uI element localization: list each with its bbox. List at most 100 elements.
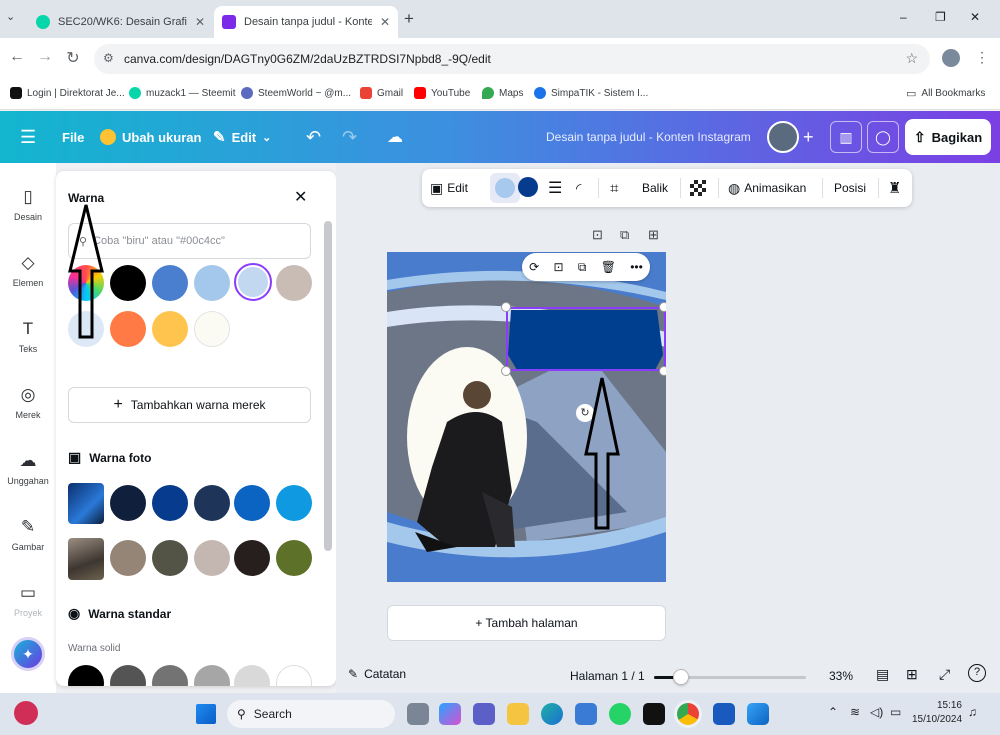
bookmark-item[interactable]: YouTube bbox=[414, 87, 470, 99]
browser-tab[interactable]: SEC20/WK6: Desain Grafis Prakt ✕ bbox=[28, 6, 213, 38]
color-swatch[interactable] bbox=[68, 665, 104, 686]
border-style-icon[interactable]: ☰ bbox=[548, 169, 562, 207]
color-swatch[interactable] bbox=[152, 540, 188, 576]
weather-icon[interactable] bbox=[14, 701, 38, 725]
taskbar-search[interactable]: ⚲ Search bbox=[227, 700, 395, 728]
cloud-save-icon[interactable]: ☁ bbox=[387, 111, 403, 163]
reload-icon[interactable]: ↻ bbox=[62, 48, 84, 68]
rail-item-design[interactable]: ▯ Desain bbox=[0, 187, 56, 222]
new-tab-button[interactable]: + bbox=[404, 9, 414, 29]
panel-scrollbar[interactable] bbox=[324, 221, 332, 676]
add-collaborator-icon[interactable]: + bbox=[803, 111, 814, 163]
lock-page-icon[interactable]: ⊡ bbox=[592, 227, 603, 243]
ai-edit-icon[interactable]: ⟳ bbox=[529, 260, 539, 274]
share-button[interactable]: ⇧ Bagikan bbox=[905, 119, 991, 155]
tab-search-button[interactable]: ⌄ bbox=[6, 10, 15, 23]
maximize-button[interactable]: ❐ bbox=[935, 10, 946, 24]
crop-icon[interactable]: ⌗ bbox=[610, 169, 618, 207]
word-icon[interactable] bbox=[713, 703, 735, 725]
zoom-level[interactable]: 33% bbox=[829, 669, 853, 683]
color-swatch[interactable] bbox=[110, 665, 146, 686]
redo-icon[interactable]: ↷ bbox=[342, 111, 357, 163]
site-info-icon[interactable]: ⚙ bbox=[103, 51, 114, 65]
fill-color-button[interactable] bbox=[490, 173, 520, 203]
file-explorer-icon[interactable] bbox=[507, 703, 529, 725]
edge-icon[interactable] bbox=[541, 703, 563, 725]
add-page-button[interactable]: + Tambah halaman bbox=[387, 605, 666, 641]
bookmark-item[interactable]: SimpaTIK - Sistem I... bbox=[534, 87, 648, 99]
notes-button[interactable]: ✎ Catatan bbox=[348, 667, 406, 681]
bookmark-star-icon[interactable]: ☆ bbox=[905, 50, 918, 67]
color-swatch[interactable] bbox=[194, 540, 230, 576]
resize-handle[interactable] bbox=[659, 302, 666, 312]
duplicate-page-icon[interactable]: ⧉ bbox=[620, 227, 629, 243]
undo-icon[interactable]: ↶ bbox=[306, 111, 321, 163]
zoom-slider[interactable] bbox=[654, 669, 806, 685]
show-hidden-icons[interactable]: ⌃ bbox=[828, 705, 838, 719]
rail-item-elements[interactable]: ◇ Elemen bbox=[0, 253, 56, 288]
color-swatch[interactable] bbox=[276, 485, 312, 521]
rail-item-text[interactable]: T Teks bbox=[0, 319, 56, 354]
secondary-color-button[interactable] bbox=[518, 177, 538, 197]
color-swatch[interactable] bbox=[110, 265, 146, 301]
resize-handle[interactable] bbox=[501, 366, 511, 376]
close-icon[interactable]: ✕ bbox=[380, 15, 390, 29]
bookmark-item[interactable]: Maps bbox=[482, 87, 523, 99]
browser-tab-active[interactable]: Desain tanpa judul - Konten Ins ✕ bbox=[214, 6, 398, 38]
grid-view-icon[interactable]: ⊞ bbox=[906, 666, 918, 683]
rail-item-projects[interactable]: ▭ Proyek bbox=[0, 583, 56, 618]
whatsapp-icon[interactable] bbox=[609, 703, 631, 725]
notification-bell-icon[interactable]: ♫ bbox=[968, 705, 977, 719]
main-menu-icon[interactable]: ☰ bbox=[20, 111, 36, 163]
color-swatch[interactable] bbox=[152, 265, 188, 301]
page-indicator[interactable]: Halaman 1 / 1 bbox=[570, 669, 645, 683]
task-view-icon[interactable] bbox=[407, 703, 429, 725]
rail-item-uploads[interactable]: ☁ Unggahan bbox=[0, 451, 56, 486]
all-bookmarks[interactable]: ▭ All Bookmarks bbox=[906, 87, 985, 100]
add-page-icon[interactable]: ⊞ bbox=[648, 227, 659, 243]
photo-thumbnail[interactable] bbox=[68, 483, 104, 524]
profile-avatar[interactable] bbox=[942, 49, 960, 67]
flip-button[interactable]: Balik bbox=[642, 169, 668, 207]
insights-icon[interactable]: ▥ bbox=[830, 121, 862, 153]
forward-arrow-icon[interactable]: → bbox=[34, 48, 56, 66]
trash-icon[interactable]: 🗑 bbox=[601, 260, 616, 274]
animate-button[interactable]: ◍ Animasikan bbox=[728, 169, 806, 207]
color-swatch[interactable] bbox=[276, 540, 312, 576]
paint-format-icon[interactable]: ♜ bbox=[888, 169, 901, 207]
photo-thumbnail[interactable] bbox=[68, 538, 104, 580]
address-bar[interactable]: ⚙ canva.com/design/DAGTny0G6ZM/2daUzBZTR… bbox=[94, 44, 930, 74]
fullscreen-icon[interactable]: ⤢ bbox=[939, 666, 950, 683]
color-swatch[interactable] bbox=[194, 485, 230, 521]
add-brand-color-button[interactable]: + Tambahkan warna merek bbox=[68, 387, 311, 423]
color-swatch[interactable] bbox=[276, 265, 312, 301]
bookmark-item[interactable]: Gmail bbox=[360, 87, 403, 99]
color-swatch[interactable] bbox=[152, 485, 188, 521]
file-menu[interactable]: File bbox=[62, 111, 84, 163]
magic-assistant-button[interactable]: ✦ bbox=[11, 637, 45, 671]
transparency-icon[interactable] bbox=[690, 180, 706, 196]
color-swatch[interactable] bbox=[194, 311, 230, 347]
back-arrow-icon[interactable]: ← bbox=[6, 48, 28, 66]
color-swatch[interactable] bbox=[234, 540, 270, 576]
more-options-icon[interactable]: ••• bbox=[630, 260, 643, 274]
comment-icon[interactable]: ◯ bbox=[867, 121, 899, 153]
browser-menu-icon[interactable]: ⋮ bbox=[975, 49, 989, 66]
resize-button[interactable]: Ubah ukuran bbox=[100, 111, 201, 163]
photos-app-icon[interactable] bbox=[747, 703, 769, 725]
close-panel-icon[interactable]: ✕ bbox=[294, 187, 307, 207]
volume-icon[interactable]: ◁) bbox=[870, 705, 883, 719]
edit-mode-button[interactable]: ✎ Edit ⌄ bbox=[213, 111, 271, 163]
minimize-button[interactable]: – bbox=[900, 10, 907, 24]
color-swatch[interactable] bbox=[194, 265, 230, 301]
edit-image-button[interactable]: ▣ Edit bbox=[430, 169, 468, 207]
color-swatch[interactable] bbox=[152, 311, 188, 347]
color-swatch-selected[interactable] bbox=[234, 263, 272, 301]
store-icon[interactable] bbox=[575, 703, 597, 725]
rail-item-brand[interactable]: ◎ Merek bbox=[0, 385, 56, 420]
duplicate-icon[interactable]: ⧉ bbox=[578, 260, 587, 275]
close-window-button[interactable]: ✕ bbox=[970, 10, 980, 24]
resize-handle[interactable] bbox=[659, 366, 666, 376]
bookmark-item[interactable]: muzack1 — Steemit bbox=[129, 87, 235, 99]
position-button[interactable]: Posisi bbox=[834, 169, 866, 207]
